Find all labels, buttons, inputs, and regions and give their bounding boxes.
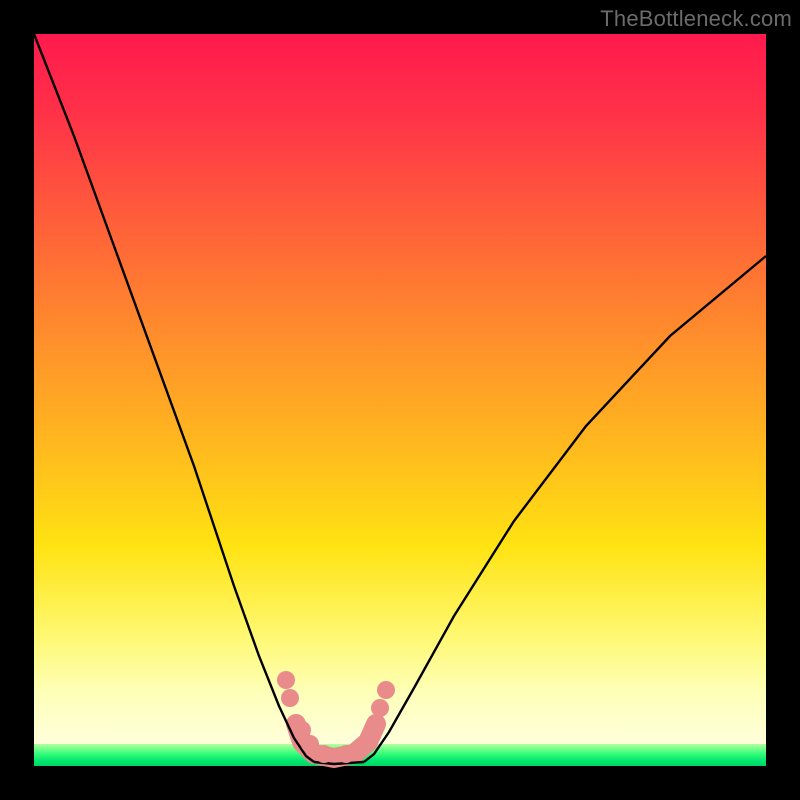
curve-right: [364, 256, 766, 762]
chart-frame: TheBottleneck.com: [0, 0, 800, 800]
plot-area: [34, 34, 766, 766]
watermark-text: TheBottleneck.com: [600, 6, 792, 32]
pink-dot: [355, 737, 373, 755]
pink-dot: [337, 745, 355, 763]
pink-dot: [377, 681, 395, 699]
curve-left: [34, 34, 314, 762]
pink-dot: [315, 745, 333, 763]
pink-dot: [365, 719, 383, 737]
pink-dot: [277, 671, 295, 689]
curves-svg: [34, 34, 766, 766]
pink-dot: [371, 699, 389, 717]
pink-dot: [281, 689, 299, 707]
